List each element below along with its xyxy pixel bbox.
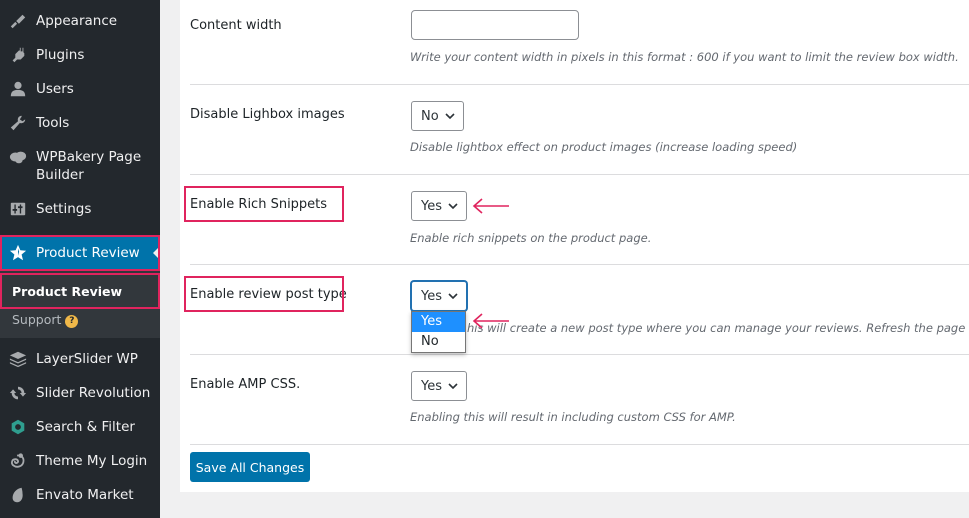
setting-row-amp-css: Enable AMP CSS. Yes Enabling this will r…: [190, 355, 969, 445]
setting-description: Enable rich snippets on the product page…: [410, 231, 652, 245]
submenu: [0, 270, 160, 338]
review-post-type-select[interactable]: Yes: [411, 281, 467, 311]
submenu-item-support[interactable]: Support?: [12, 312, 79, 328]
submenu-item-product-review[interactable]: Product Review: [12, 284, 122, 299]
chevron-down-icon: [445, 111, 455, 121]
star-icon: [8, 243, 28, 263]
setting-description: his will create a new post type where yo…: [467, 321, 969, 335]
save-all-changes-button[interactable]: Save All Changes: [190, 452, 310, 482]
setting-row-disable-lightbox: Disable Lighbox images No Disable lightb…: [190, 85, 969, 175]
review-post-type-dropdown: Yes No: [411, 311, 466, 353]
sidebar-item-label: WPBakery Page Builder: [36, 149, 142, 183]
sliders-icon: [8, 199, 28, 219]
sidebar-item-label: LayerSlider WP: [36, 351, 138, 367]
sidebar-item-label: Envato Market: [36, 487, 134, 503]
sidebar-item-label: Users: [36, 81, 74, 97]
content-width-input[interactable]: [411, 10, 579, 40]
select-value: Yes: [421, 378, 442, 394]
leaf-icon: [8, 485, 28, 505]
dropdown-option-yes[interactable]: Yes: [412, 312, 465, 332]
select-value: No: [421, 108, 439, 124]
disable-lightbox-select[interactable]: No: [411, 101, 464, 131]
refresh-icon: [8, 383, 28, 403]
sidebar-item-settings[interactable]: Settings: [0, 199, 160, 219]
wrench-icon: [8, 113, 28, 133]
sidebar-item-slider-revolution[interactable]: Slider Revolution: [0, 383, 160, 403]
help-badge-icon: ?: [65, 314, 79, 328]
chevron-down-icon: [448, 291, 458, 301]
layers-icon: [8, 349, 28, 369]
sidebar-item-label: Search & Filter: [36, 419, 135, 435]
paintbrush-icon: [8, 11, 28, 31]
sidebar-item-label: Slider Revolution: [36, 385, 151, 401]
setting-label: Content width: [190, 18, 282, 33]
sidebar-item-plugins[interactable]: Plugins: [0, 45, 160, 65]
sidebar-item-product-review[interactable]: Product Review: [0, 236, 160, 270]
setting-label: Enable Rich Snippets: [190, 197, 328, 212]
chameleon-icon: [8, 451, 28, 471]
sidebar-item-label: Theme My Login: [36, 453, 148, 469]
submenu-item-label: Support: [12, 312, 62, 327]
chevron-down-icon: [448, 201, 458, 211]
setting-label: Enable AMP CSS.: [190, 377, 301, 392]
amp-css-select[interactable]: Yes: [411, 371, 467, 401]
sidebar-item-appearance[interactable]: Appearance: [0, 11, 160, 31]
settings-panel: Content width Write your content width i…: [180, 0, 969, 492]
dropdown-option-no[interactable]: No: [412, 332, 465, 352]
select-value: Yes: [421, 288, 442, 304]
setting-row-rich-snippets: Enable Rich Snippets Yes Enable rich sni…: [190, 175, 969, 265]
sidebar-item-envato-market[interactable]: Envato Market: [0, 485, 160, 505]
setting-row-review-post-type: Enable review post type Yes his will cre…: [190, 265, 969, 355]
sidebar-item-tools[interactable]: Tools: [0, 113, 160, 133]
sidebar-item-label: Appearance: [36, 13, 118, 29]
sidebar-item-label: Product Review: [36, 245, 140, 261]
sidebar-item-label: Tools: [36, 115, 70, 131]
sidebar-item-search-filter[interactable]: Search & Filter: [0, 417, 160, 437]
user-icon: [8, 79, 28, 99]
sidebar-item-label: Plugins: [36, 47, 85, 63]
admin-sidebar: Appearance Plugins Users Tools WPBakery …: [0, 0, 160, 518]
setting-description: Enabling this will result in including c…: [410, 410, 736, 424]
setting-description: Write your content width in pixels in th…: [410, 50, 959, 64]
search-filter-icon: [8, 417, 28, 437]
sidebar-item-users[interactable]: Users: [0, 79, 160, 99]
plug-icon: [8, 45, 28, 65]
chevron-down-icon: [448, 381, 458, 391]
sidebar-item-label: Settings: [36, 201, 92, 217]
rich-snippets-select[interactable]: Yes: [411, 191, 467, 221]
setting-label: Enable review post type: [190, 287, 347, 302]
setting-label: Disable Lighbox images: [190, 107, 345, 122]
sidebar-item-theme-my-login[interactable]: Theme My Login: [0, 451, 160, 471]
sidebar-item-wpbakery[interactable]: WPBakery Page Builder: [0, 147, 150, 184]
cloud-icon: [8, 147, 28, 167]
sidebar-item-layerslider[interactable]: LayerSlider WP: [0, 349, 160, 369]
setting-description: Disable lightbox effect on product image…: [410, 140, 798, 154]
setting-row-content-width: Content width Write your content width i…: [190, 0, 969, 85]
select-value: Yes: [421, 198, 442, 214]
